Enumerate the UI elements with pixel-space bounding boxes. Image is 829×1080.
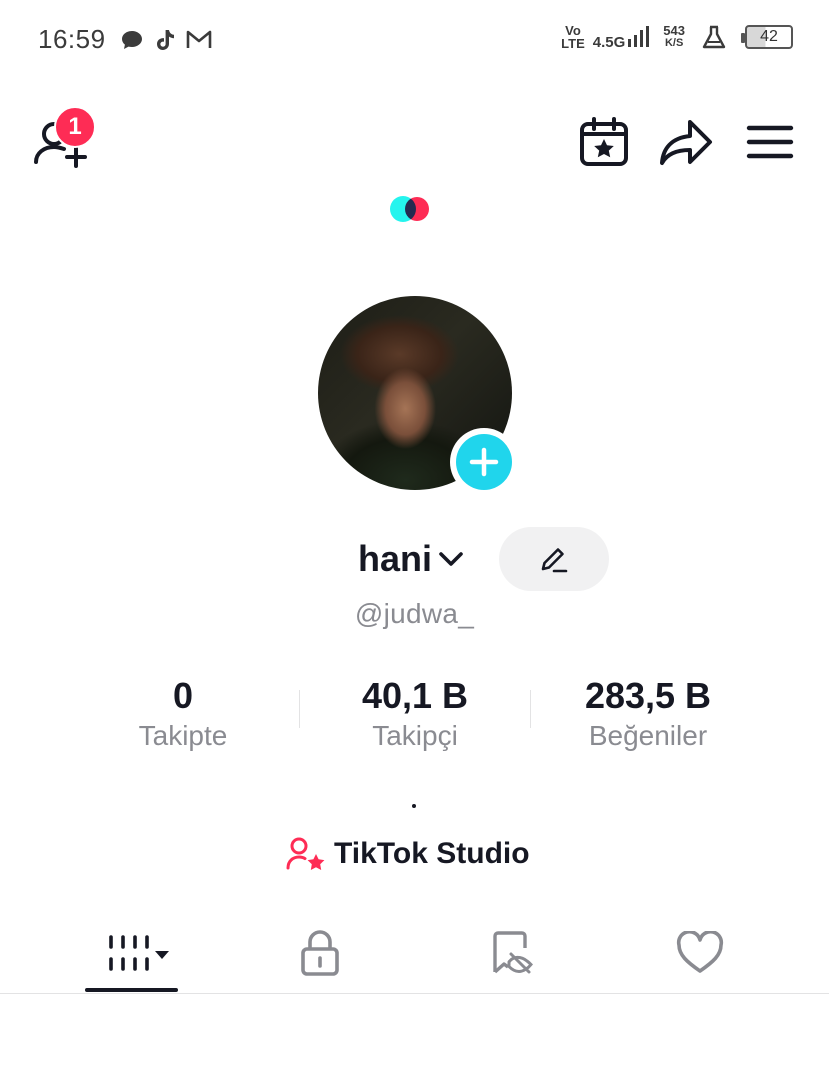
stat-value: 0	[172, 675, 194, 716]
eye-off-icon	[493, 931, 533, 974]
mail-icon	[186, 30, 212, 48]
net-speed: 543 K/S	[663, 23, 685, 49]
active-tab-indicator	[85, 988, 178, 992]
edit-profile-button[interactable]	[499, 527, 609, 591]
pencil-icon	[541, 548, 568, 573]
profile-stats: 0 Takipte 40,1 B Takipçi 283,5 B Beğenil…	[0, 676, 829, 756]
notification-badge: 1	[54, 106, 96, 148]
share-button[interactable]	[658, 114, 714, 170]
heart-icon	[676, 931, 724, 973]
status-time: 16:59	[38, 24, 106, 54]
tab-liked[interactable]	[660, 918, 740, 988]
plus-icon	[469, 447, 499, 477]
network-generation: 4.5G	[592, 34, 626, 51]
tab-reposts[interactable]	[472, 918, 552, 988]
profile-tabs	[0, 918, 829, 994]
stat-following[interactable]: 0 Takipte	[68, 676, 298, 752]
menu-button[interactable]	[742, 114, 798, 170]
stat-likes[interactable]: 283,5 B Beğeniler	[533, 676, 763, 752]
lock-icon	[301, 930, 339, 976]
account-switcher[interactable]: hani	[358, 538, 464, 580]
stat-value: 283,5 B	[584, 675, 712, 716]
tab-videos[interactable]	[96, 918, 180, 988]
status-notification-icons	[120, 28, 212, 52]
stat-divider	[530, 690, 531, 728]
bio-dot	[412, 804, 416, 808]
stat-followers[interactable]: 40,1 B Takipçi	[300, 676, 530, 752]
volte-indicator: Vo LTE	[561, 23, 585, 51]
flask-icon	[702, 25, 726, 49]
stat-label: Takipte	[138, 720, 228, 751]
stat-label: Beğeniler	[588, 720, 708, 751]
add-story-button[interactable]	[450, 428, 518, 496]
stat-value: 40,1 B	[361, 675, 469, 716]
message-bubble-icon	[122, 31, 142, 49]
calendar-button[interactable]	[576, 114, 632, 170]
studio-label: TikTok Studio	[334, 837, 530, 870]
tab-private[interactable]	[280, 918, 360, 988]
username: @judwa_	[354, 598, 475, 629]
share-icon	[660, 120, 712, 165]
display-name: hani	[358, 538, 433, 579]
chevron-down-icon	[439, 552, 463, 566]
tiktok-notification-icon	[157, 30, 174, 50]
signal-indicator: 4.5G	[592, 25, 650, 51]
battery-indicator: 42	[741, 25, 793, 49]
calendar-star-icon	[580, 117, 628, 166]
grid-icon	[109, 935, 169, 971]
menu-icon	[746, 125, 794, 159]
status-system-icons: Vo LTE 4.5G 543 K/S 42	[561, 24, 793, 50]
tiktok-logo-dots	[388, 196, 438, 222]
stat-label: Takipçi	[372, 720, 458, 751]
creator-star-icon	[286, 837, 325, 870]
tiktok-studio-link[interactable]: TikTok Studio	[286, 836, 530, 872]
signal-bars-icon	[628, 26, 650, 47]
